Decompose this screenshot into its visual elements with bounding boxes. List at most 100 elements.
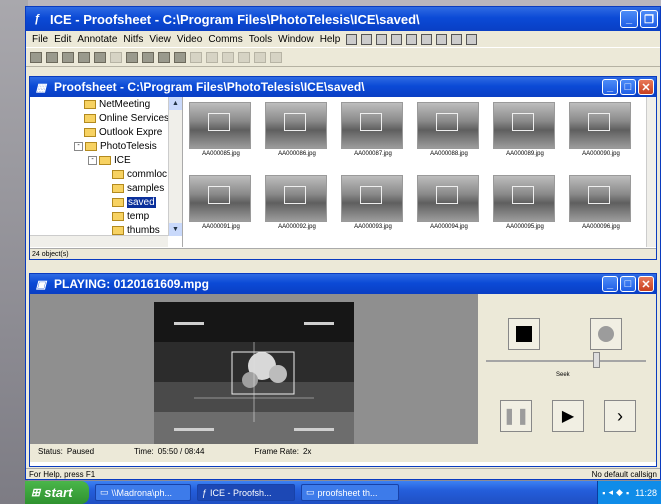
- toolbar-grid-icon[interactable]: [142, 51, 154, 63]
- pause-button[interactable]: ❚❚: [500, 400, 532, 432]
- player-minimize-button[interactable]: _: [602, 276, 618, 292]
- main-title-bar[interactable]: ƒ ICE - Proofsheet - C:\Program Files\Ph…: [26, 7, 660, 31]
- seek-track[interactable]: [486, 360, 646, 362]
- minimize-button[interactable]: _: [620, 10, 638, 28]
- record-button[interactable]: [590, 318, 622, 350]
- menu-tool-icon-5[interactable]: [406, 33, 418, 45]
- start-button[interactable]: ⊞ start: [25, 481, 89, 504]
- desktop-background: [0, 0, 28, 504]
- tree-item-temp[interactable]: temp: [30, 209, 182, 223]
- tray-icon-network[interactable]: ▪: [602, 488, 605, 498]
- folder-tree: NetMeeting Online Services Outlook Expre…: [30, 97, 183, 247]
- menu-tool-icon-6[interactable]: [421, 33, 433, 45]
- toolbar-pan-icon[interactable]: [222, 51, 234, 63]
- menu-window[interactable]: Window: [278, 34, 314, 45]
- tree-vertical-scrollbar[interactable]: ▲ ▼: [168, 97, 182, 236]
- menu-edit[interactable]: Edit: [54, 34, 71, 45]
- toolbar-text-icon[interactable]: [270, 51, 282, 63]
- toolbar-open-icon[interactable]: [30, 51, 42, 63]
- menu-nitfs[interactable]: Nitfs: [123, 34, 143, 45]
- thumbnail[interactable]: AA000089.jpg: [493, 102, 557, 168]
- player-close-button[interactable]: ✕: [638, 276, 654, 292]
- video-frame[interactable]: [154, 302, 354, 452]
- thumbnail[interactable]: AA000094.jpg: [417, 175, 481, 241]
- toolbar-zoom-out-icon[interactable]: [206, 51, 218, 63]
- windows-logo-icon: ⊞: [31, 487, 41, 499]
- toolbar-paste-icon[interactable]: [94, 51, 106, 63]
- toolbar-print-icon[interactable]: [62, 51, 74, 63]
- tray-icon-security[interactable]: ◆: [616, 487, 623, 498]
- tree-item-netmeeting[interactable]: NetMeeting: [30, 97, 182, 111]
- menu-comms[interactable]: Comms: [208, 34, 242, 45]
- menu-tool-icon-9[interactable]: [466, 33, 478, 45]
- proofsheet-maximize-button[interactable]: □: [620, 79, 636, 95]
- thumbnail[interactable]: AA000085.jpg: [189, 102, 253, 168]
- menu-tool-icon-7[interactable]: [436, 33, 448, 45]
- menu-view[interactable]: View: [149, 34, 171, 45]
- taskbar-button-madrona[interactable]: ▭ \\Madrona\ph...: [95, 484, 191, 501]
- thumbnail[interactable]: AA000087.jpg: [341, 102, 405, 168]
- tray-icon-volume[interactable]: ◂: [608, 487, 613, 498]
- toolbar-annotate-icon[interactable]: [254, 51, 266, 63]
- menu-tool-icon-4[interactable]: [391, 33, 403, 45]
- menu-annotate[interactable]: Annotate: [77, 34, 117, 45]
- toolbar-image-icon[interactable]: [126, 51, 138, 63]
- tree-item-samples[interactable]: samples: [30, 181, 182, 195]
- thumbnail[interactable]: AA000086.jpg: [265, 102, 329, 168]
- tree-item-ice[interactable]: - ICE: [30, 153, 182, 167]
- tray-icon-app[interactable]: ▪: [626, 488, 629, 498]
- menu-tool-icon-8[interactable]: [451, 33, 463, 45]
- seek-slider-thumb[interactable]: [593, 352, 600, 368]
- toolbar-send-icon[interactable]: [158, 51, 170, 63]
- taskbar-button-proofsheet[interactable]: ▭ proofsheet th...: [301, 484, 399, 501]
- menu-video[interactable]: Video: [177, 34, 202, 45]
- folder-icon: ▭: [100, 487, 109, 497]
- proofsheet-minimize-button[interactable]: _: [602, 79, 618, 95]
- thumbnail-vertical-scrollbar[interactable]: [646, 97, 656, 247]
- toolbar-save-icon[interactable]: [46, 51, 58, 63]
- thumbnail[interactable]: AA000093.jpg: [341, 175, 405, 241]
- tree-item-commloc[interactable]: commloc: [30, 167, 182, 181]
- clock: 11:28: [635, 487, 657, 498]
- menu-tool-icon-3[interactable]: [376, 33, 388, 45]
- thumbnail[interactable]: AA000092.jpg: [265, 175, 329, 241]
- proofsheet-close-button[interactable]: ✕: [638, 79, 654, 95]
- thumbnail[interactable]: AA000096.jpg: [569, 175, 633, 241]
- tree-item-outlook-express[interactable]: Outlook Expre: [30, 125, 182, 139]
- thumbnail[interactable]: AA000088.jpg: [417, 102, 481, 168]
- toolbar-select-icon[interactable]: [238, 51, 250, 63]
- proofsheet-title-bar[interactable]: ▦ Proofsheet - C:\Program Files\PhotoTel…: [30, 77, 656, 97]
- menu-tool-icon-1[interactable]: [346, 33, 358, 45]
- toolbar-disabled-icon[interactable]: [110, 51, 122, 63]
- step-forward-button[interactable]: ›: [604, 400, 636, 432]
- tree-item-saved[interactable]: saved: [30, 195, 182, 209]
- thumbnail[interactable]: AA000091.jpg: [189, 175, 253, 241]
- thumbnail-image: [189, 175, 251, 222]
- restore-button[interactable]: ❐: [640, 10, 658, 28]
- toolbar: [26, 47, 660, 67]
- tree-collapse-icon[interactable]: -: [88, 155, 97, 165]
- tree-collapse-icon[interactable]: -: [74, 141, 83, 151]
- toolbar-receive-icon[interactable]: [174, 51, 186, 63]
- menu-file[interactable]: File: [32, 34, 48, 45]
- player-title-bar[interactable]: ▣ PLAYING: 0120161609.mpg _ □ ✕: [30, 274, 656, 294]
- start-label: start: [44, 485, 73, 500]
- tree-item-online-services[interactable]: Online Services: [30, 111, 182, 125]
- menu-tools[interactable]: Tools: [249, 34, 272, 45]
- thumbnail[interactable]: AA000090.jpg: [569, 102, 633, 168]
- player-status-bar: Status: Paused Time: 05:50 / 08:44 Frame…: [30, 444, 478, 458]
- taskbar-button-ice[interactable]: ƒ ICE - Proofsh...: [197, 484, 295, 501]
- toolbar-zoom-icon[interactable]: [190, 51, 202, 63]
- stop-button[interactable]: [508, 318, 540, 350]
- player-body: Seek ❚❚ ▶ › Status: Paused Time: 05:50 /…: [30, 294, 656, 462]
- menu-tool-icon-2[interactable]: [361, 33, 373, 45]
- thumbnail[interactable]: AA000095.jpg: [493, 175, 557, 241]
- toolbar-copy-icon[interactable]: [78, 51, 90, 63]
- player-maximize-button[interactable]: □: [620, 276, 636, 292]
- scroll-down-arrow-icon[interactable]: ▼: [169, 223, 182, 236]
- play-button[interactable]: ▶: [552, 400, 584, 432]
- scroll-up-arrow-icon[interactable]: ▲: [169, 97, 182, 110]
- menu-help[interactable]: Help: [320, 34, 341, 45]
- tree-item-phototelesis[interactable]: - PhotoTelesis: [30, 139, 182, 153]
- tree-horizontal-scrollbar[interactable]: [30, 235, 168, 247]
